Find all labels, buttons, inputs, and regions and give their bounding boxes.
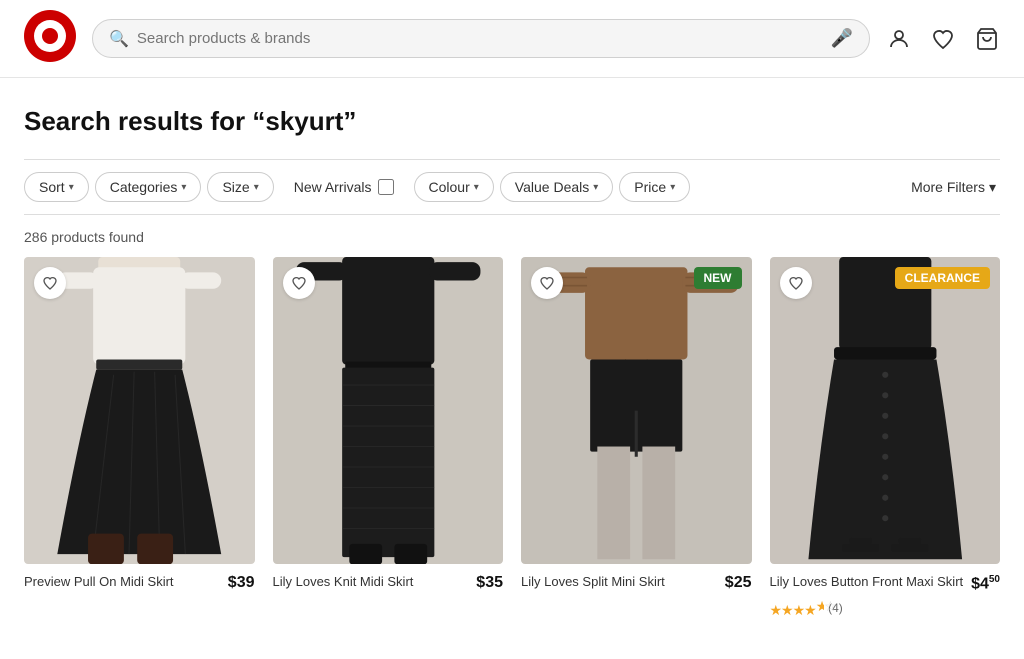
size-label: Size xyxy=(222,179,249,195)
search-input[interactable] xyxy=(137,30,823,47)
product-image-container xyxy=(24,257,255,564)
categories-filter[interactable]: Categories ▾ xyxy=(95,172,202,202)
sort-filter[interactable]: Sort ▾ xyxy=(24,172,89,202)
product-image xyxy=(24,257,255,564)
products-count: 286 products found xyxy=(24,229,1000,245)
product-price: $450 xyxy=(971,574,1000,593)
new-badge: NEW xyxy=(694,267,742,289)
search-icon: 🔍 xyxy=(109,29,129,49)
stars-row: ★★★★★☆ (4) xyxy=(770,598,1001,619)
categories-chevron-icon: ▾ xyxy=(181,182,186,193)
product-name: Lily Loves Split Mini Skirt xyxy=(521,574,719,591)
target-logo-icon xyxy=(24,10,76,62)
clearance-badge: CLEARANCE xyxy=(895,267,990,289)
wishlist-button[interactable] xyxy=(531,267,563,299)
product-info: Lily Loves Knit Midi Skirt $35 xyxy=(273,574,504,592)
product-card[interactable]: NEW xyxy=(521,257,752,619)
product-card[interactable]: Preview Pull On Midi Skirt $39 xyxy=(24,257,255,619)
product-card[interactable]: Lily Loves Knit Midi Skirt $35 xyxy=(273,257,504,619)
search-bar[interactable]: 🔍 🎤 xyxy=(92,19,870,58)
search-heading: Search results for “skyurt” xyxy=(24,106,1000,137)
new-arrivals-label: New Arrivals xyxy=(294,179,372,195)
wishlist-icon[interactable] xyxy=(930,26,956,52)
wishlist-button[interactable] xyxy=(780,267,812,299)
value-deals-filter[interactable]: Value Deals ▾ xyxy=(500,172,613,202)
new-arrivals-filter[interactable]: New Arrivals xyxy=(280,173,408,201)
product-price: $35 xyxy=(476,574,503,592)
filters-bar: Sort ▾ Categories ▾ Size ▾ New Arrivals … xyxy=(24,159,1000,215)
product-image-container: CLEARANCE xyxy=(770,257,1001,564)
header: 🔍 🎤 xyxy=(0,0,1024,78)
product-info: Lily Loves Split Mini Skirt $25 xyxy=(521,574,752,592)
price-label: Price xyxy=(634,179,666,195)
star-rating: ★★★★★☆ xyxy=(770,598,825,619)
wishlist-button[interactable] xyxy=(283,267,315,299)
colour-label: Colour xyxy=(429,179,470,195)
product-image xyxy=(273,257,504,564)
product-image-container: NEW xyxy=(521,257,752,564)
more-filters-button[interactable]: More Filters ▾ xyxy=(907,173,1000,202)
size-filter[interactable]: Size ▾ xyxy=(207,172,273,202)
size-chevron-icon: ▾ xyxy=(254,182,259,193)
header-icons xyxy=(886,26,1000,52)
wishlist-button[interactable] xyxy=(34,267,66,299)
categories-label: Categories xyxy=(110,179,178,195)
product-price: $39 xyxy=(228,574,255,592)
cart-icon[interactable] xyxy=(974,26,1000,52)
product-name: Lily Loves Button Front Maxi Skirt xyxy=(770,574,966,591)
colour-chevron-icon: ▾ xyxy=(474,182,479,193)
new-arrivals-checkbox[interactable] xyxy=(378,179,394,195)
value-deals-label: Value Deals xyxy=(515,179,589,195)
product-info: Lily Loves Button Front Maxi Skirt $450 xyxy=(770,574,1001,593)
more-filters-chevron-icon: ▾ xyxy=(989,179,996,196)
page-content: Search results for “skyurt” Sort ▾ Categ… xyxy=(0,106,1024,619)
product-name: Preview Pull On Midi Skirt xyxy=(24,574,222,591)
price-chevron-icon: ▾ xyxy=(670,182,675,193)
logo[interactable] xyxy=(24,10,76,67)
product-image-container xyxy=(273,257,504,564)
product-price: $25 xyxy=(725,574,752,592)
price-filter[interactable]: Price ▾ xyxy=(619,172,690,202)
account-icon[interactable] xyxy=(886,26,912,52)
product-card[interactable]: CLEARANCE xyxy=(770,257,1001,619)
value-deals-chevron-icon: ▾ xyxy=(593,182,598,193)
sort-chevron-icon: ▾ xyxy=(69,182,74,193)
colour-filter[interactable]: Colour ▾ xyxy=(414,172,494,202)
more-filters-label: More Filters xyxy=(911,179,985,195)
product-name: Lily Loves Knit Midi Skirt xyxy=(273,574,471,591)
product-image xyxy=(521,257,752,564)
products-grid: Preview Pull On Midi Skirt $39 xyxy=(24,257,1000,619)
sort-label: Sort xyxy=(39,179,65,195)
product-image xyxy=(770,257,1001,564)
product-info: Preview Pull On Midi Skirt $39 xyxy=(24,574,255,592)
mic-icon[interactable]: 🎤 xyxy=(831,28,853,49)
